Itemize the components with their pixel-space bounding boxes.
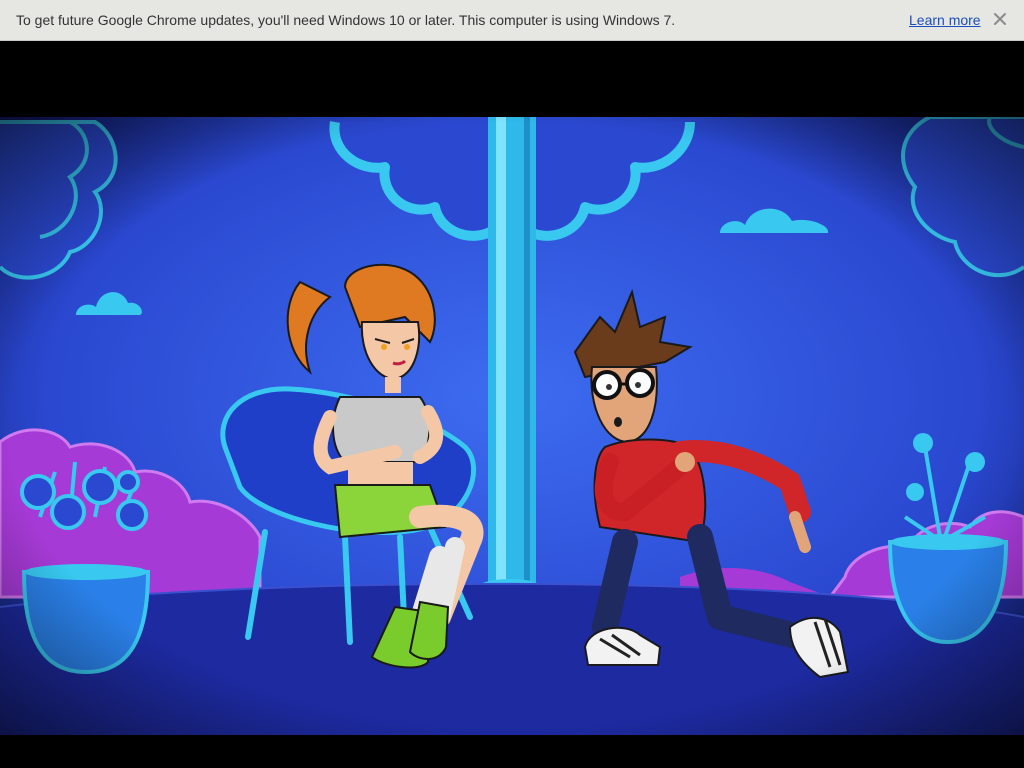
potted-roses-left: [20, 461, 151, 675]
video-player[interactable]: [0, 42, 1024, 768]
learn-more-link[interactable]: Learn more: [909, 12, 981, 28]
close-icon[interactable]: [990, 9, 1010, 29]
ground: [0, 583, 1024, 735]
cartoon-video-frame: [0, 117, 1024, 735]
update-infobar: To get future Google Chrome updates, you…: [0, 0, 1024, 41]
infobar-message: To get future Google Chrome updates, you…: [16, 12, 676, 28]
